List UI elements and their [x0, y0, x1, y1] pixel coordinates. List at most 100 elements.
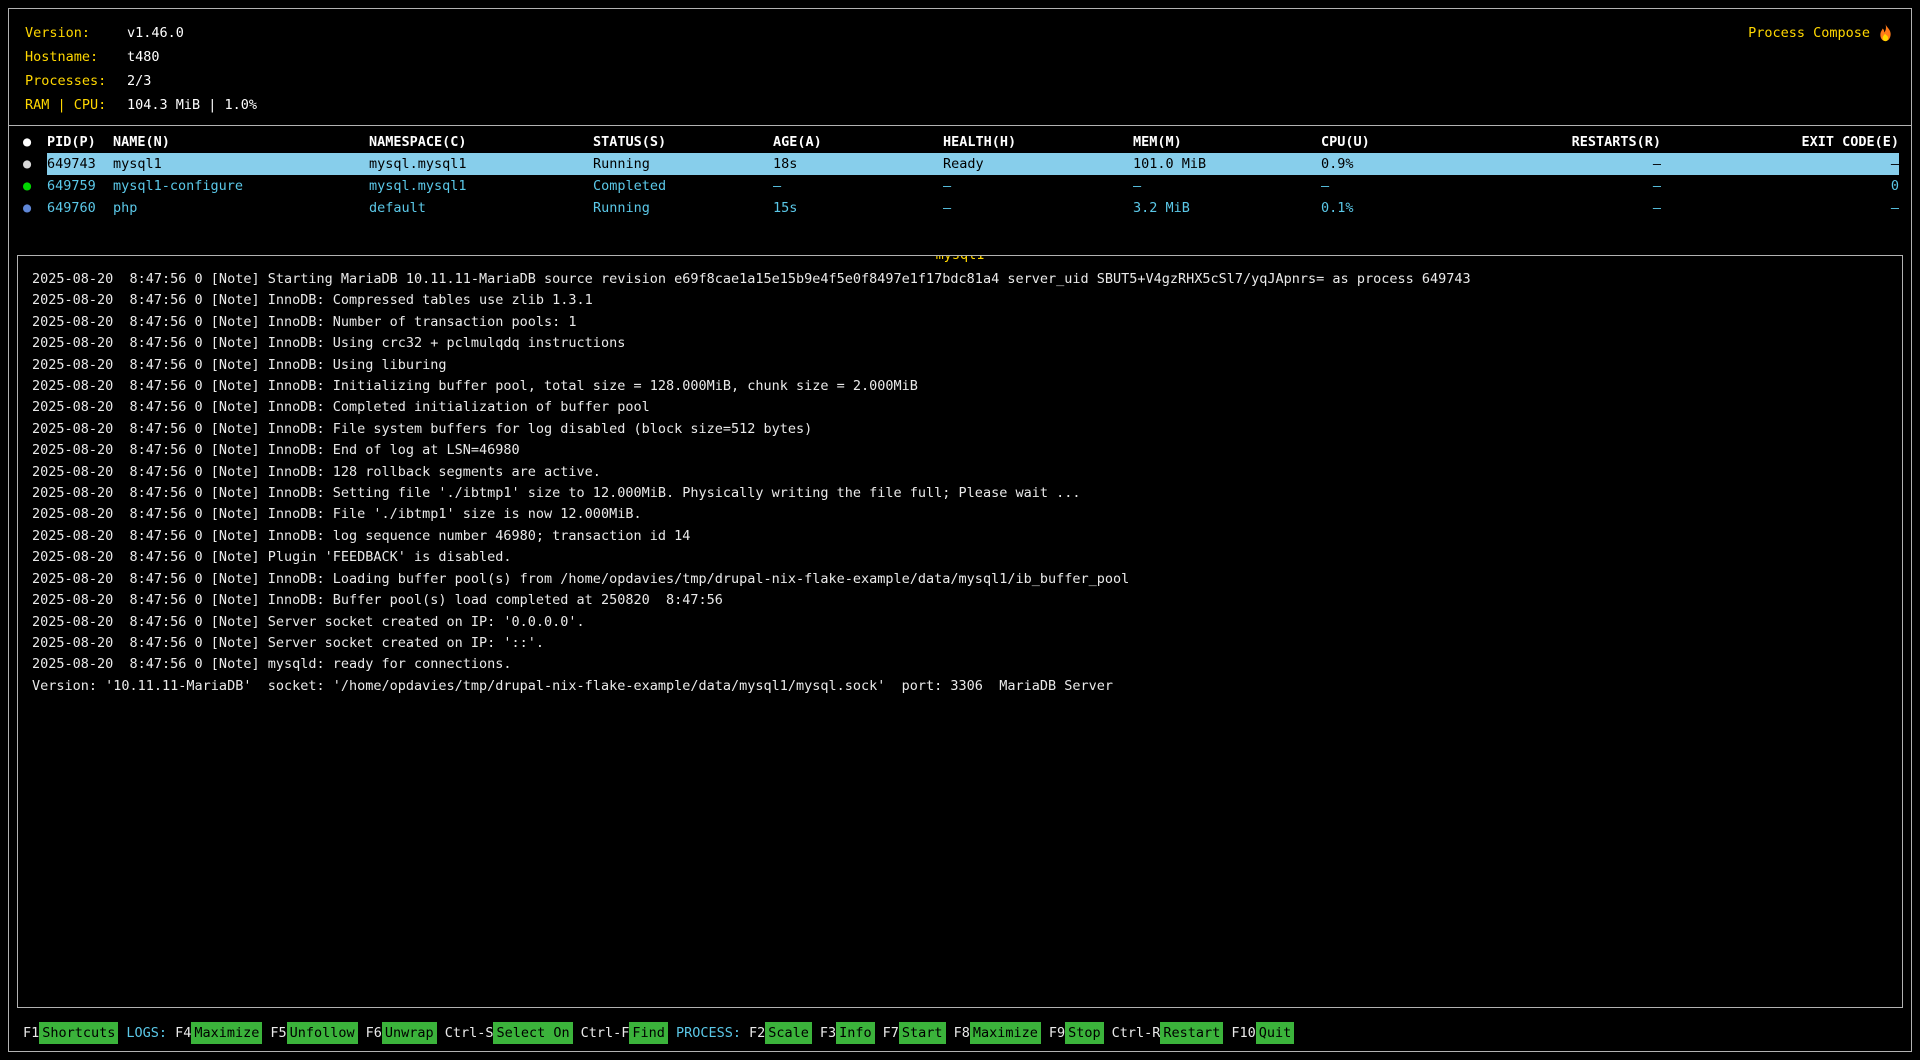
log-line: 2025-08-20 8:47:56 0 [Note] InnoDB: End …	[32, 440, 1888, 461]
shortcut-key: F10	[1231, 1022, 1255, 1044]
shortcut-button[interactable]: Restart	[1160, 1022, 1223, 1044]
log-line: 2025-08-20 8:47:56 0 [Note] InnoDB: Init…	[32, 376, 1888, 397]
header-field-processes: Processes:2/3	[25, 69, 1895, 93]
shortcut-segment: F4Maximize	[175, 1022, 262, 1044]
shortcut-button[interactable]: Find	[629, 1022, 668, 1044]
shortcut-button[interactable]: Start	[899, 1022, 946, 1044]
shortcut-key: F3	[820, 1022, 836, 1044]
log-panel-body: 2025-08-20 8:47:56 0 [Note] Starting Mar…	[32, 269, 1888, 697]
header-field-hostname: Hostname:t480	[25, 45, 1895, 69]
shortcut-button[interactable]: Maximize	[191, 1022, 262, 1044]
cell-mem: –	[1133, 175, 1321, 197]
cell-health: –	[943, 197, 1133, 219]
cell-health: –	[943, 175, 1133, 197]
shortcut-segment: F5Unfollow	[270, 1022, 357, 1044]
process-row[interactable]: ●649759mysql1-configuremysql.mysql1Compl…	[21, 175, 1899, 197]
cell-cpu: 0.9%	[1321, 153, 1491, 175]
log-line: 2025-08-20 8:47:56 0 [Note] InnoDB: Usin…	[32, 333, 1888, 354]
shortcut-key: F8	[954, 1022, 970, 1044]
column-header-namespace: NAMESPACE(C)	[369, 131, 593, 153]
column-header-cpu: CPU(U)	[1321, 131, 1491, 153]
shortcut-segment: F6Unwrap	[366, 1022, 437, 1044]
processes-value: 2/3	[127, 73, 151, 89]
log-line: 2025-08-20 8:47:56 0 [Note] InnoDB: File…	[32, 419, 1888, 440]
cell-cpu: 0.1%	[1321, 197, 1491, 219]
log-line: 2025-08-20 8:47:56 0 [Note] InnoDB: Usin…	[32, 355, 1888, 376]
shortcut-button[interactable]: Stop	[1065, 1022, 1104, 1044]
cell-exit-code: 0	[1661, 175, 1899, 197]
cell-exit-code: –	[1661, 197, 1899, 219]
processes-label: Processes:	[25, 69, 127, 93]
log-line: 2025-08-20 8:47:56 0 [Note] InnoDB: File…	[32, 504, 1888, 525]
ram-cpu-value: 104.3 MiB | 1.0%	[127, 97, 257, 113]
log-line: 2025-08-20 8:47:56 0 [Note] Plugin 'FEED…	[32, 547, 1888, 568]
cell-namespace: default	[369, 197, 593, 219]
shortcut-segment: F7Start	[883, 1022, 946, 1044]
column-header-exit-code: EXIT CODE(E)	[1661, 131, 1899, 153]
shortcut-button[interactable]: Info	[836, 1022, 875, 1044]
column-header-restarts: RESTARTS(R)	[1491, 131, 1661, 153]
hostname-value: t480	[127, 49, 160, 65]
process-row[interactable]: ●649760phpdefaultRunning15s–3.2 MiB0.1%–…	[21, 197, 1899, 219]
shortcut-button[interactable]: Scale	[765, 1022, 812, 1044]
log-line: 2025-08-20 8:47:56 0 [Note] InnoDB: Comp…	[32, 290, 1888, 311]
cell-age: 18s	[773, 153, 943, 175]
hostname-label: Hostname:	[25, 45, 127, 69]
log-line: Version: '10.11.11-MariaDB' socket: '/ho…	[32, 676, 1888, 697]
log-panel[interactable]: mysql1 2025-08-20 8:47:56 0 [Note] Start…	[17, 255, 1903, 1008]
shortcut-key: Ctrl-S	[445, 1022, 494, 1044]
cell-pid: 649743	[47, 153, 113, 175]
log-line: 2025-08-20 8:47:56 0 [Note] InnoDB: Load…	[32, 569, 1888, 590]
log-panel-title: mysql1	[934, 255, 987, 265]
shortcut-segment: Ctrl-SSelect On	[445, 1022, 573, 1044]
shortcut-key: Ctrl-R	[1112, 1022, 1161, 1044]
shortcut-category-label: LOGS:	[126, 1022, 167, 1044]
process-row[interactable]: ●649743mysql1mysql.mysql1Running18sReady…	[21, 153, 1899, 175]
log-line: 2025-08-20 8:47:56 0 [Note] mysqld: read…	[32, 654, 1888, 675]
log-line: 2025-08-20 8:47:56 0 [Note] Server socke…	[32, 612, 1888, 633]
version-value: v1.46.0	[127, 25, 184, 41]
cell-exit-code: –	[1661, 153, 1899, 175]
column-header-age: AGE(A)	[773, 131, 943, 153]
cell-age: 15s	[773, 197, 943, 219]
shortcut-button[interactable]: Select On	[493, 1022, 572, 1044]
shortcut-key: F5	[270, 1022, 286, 1044]
process-table-header-row: ●PID(P)NAME(N)NAMESPACE(C)STATUS(S)AGE(A…	[21, 131, 1899, 153]
shortcut-segment: F2Scale	[749, 1022, 812, 1044]
shortcut-bar: F1ShortcutsLOGS:F4MaximizeF5UnfollowF6Un…	[9, 1022, 1911, 1051]
cell-name: mysql1-configure	[113, 175, 369, 197]
shortcut-key: F9	[1049, 1022, 1065, 1044]
shortcut-button[interactable]: Quit	[1256, 1022, 1295, 1044]
process-status-dot-icon: ●	[21, 197, 47, 219]
cell-mem: 101.0 MiB	[1133, 153, 1321, 175]
shortcut-button[interactable]: Unfollow	[287, 1022, 358, 1044]
cell-namespace: mysql.mysql1	[369, 175, 593, 197]
cell-name: php	[113, 197, 369, 219]
shortcut-button[interactable]: Shortcuts	[39, 1022, 118, 1044]
log-line: 2025-08-20 8:47:56 0 [Note] InnoDB: Buff…	[32, 590, 1888, 611]
shortcut-segment: F10Quit	[1231, 1022, 1294, 1044]
shortcut-button[interactable]: Maximize	[970, 1022, 1041, 1044]
app-title-text: Process Compose	[1748, 21, 1870, 45]
cell-mem: 3.2 MiB	[1133, 197, 1321, 219]
cell-restarts: –	[1491, 197, 1661, 219]
column-header-mem: MEM(M)	[1133, 131, 1321, 153]
cell-cpu: –	[1321, 175, 1491, 197]
log-line: 2025-08-20 8:47:56 0 [Note] InnoDB: Sett…	[32, 483, 1888, 504]
column-header-status: STATUS(S)	[593, 131, 773, 153]
header-field-ram-cpu: RAM | CPU:104.3 MiB | 1.0%	[25, 93, 1895, 117]
shortcut-key: F7	[883, 1022, 899, 1044]
cell-status: Running	[593, 197, 773, 219]
shortcut-segment: F8Maximize	[954, 1022, 1041, 1044]
cell-status: Running	[593, 153, 773, 175]
shortcut-segment: PROCESS:	[676, 1022, 741, 1044]
shortcut-segment: F3Info	[820, 1022, 875, 1044]
process-table-body: ●649743mysql1mysql.mysql1Running18sReady…	[21, 153, 1899, 219]
log-line: 2025-08-20 8:47:56 0 [Note] InnoDB: Comp…	[32, 397, 1888, 418]
column-header-health: HEALTH(H)	[943, 131, 1133, 153]
shortcut-category-label: PROCESS:	[676, 1022, 741, 1044]
shortcut-button[interactable]: Unwrap	[382, 1022, 437, 1044]
shortcut-segment: Ctrl-RRestart	[1112, 1022, 1224, 1044]
shortcut-key: Ctrl-F	[581, 1022, 630, 1044]
shortcut-key: F4	[175, 1022, 191, 1044]
